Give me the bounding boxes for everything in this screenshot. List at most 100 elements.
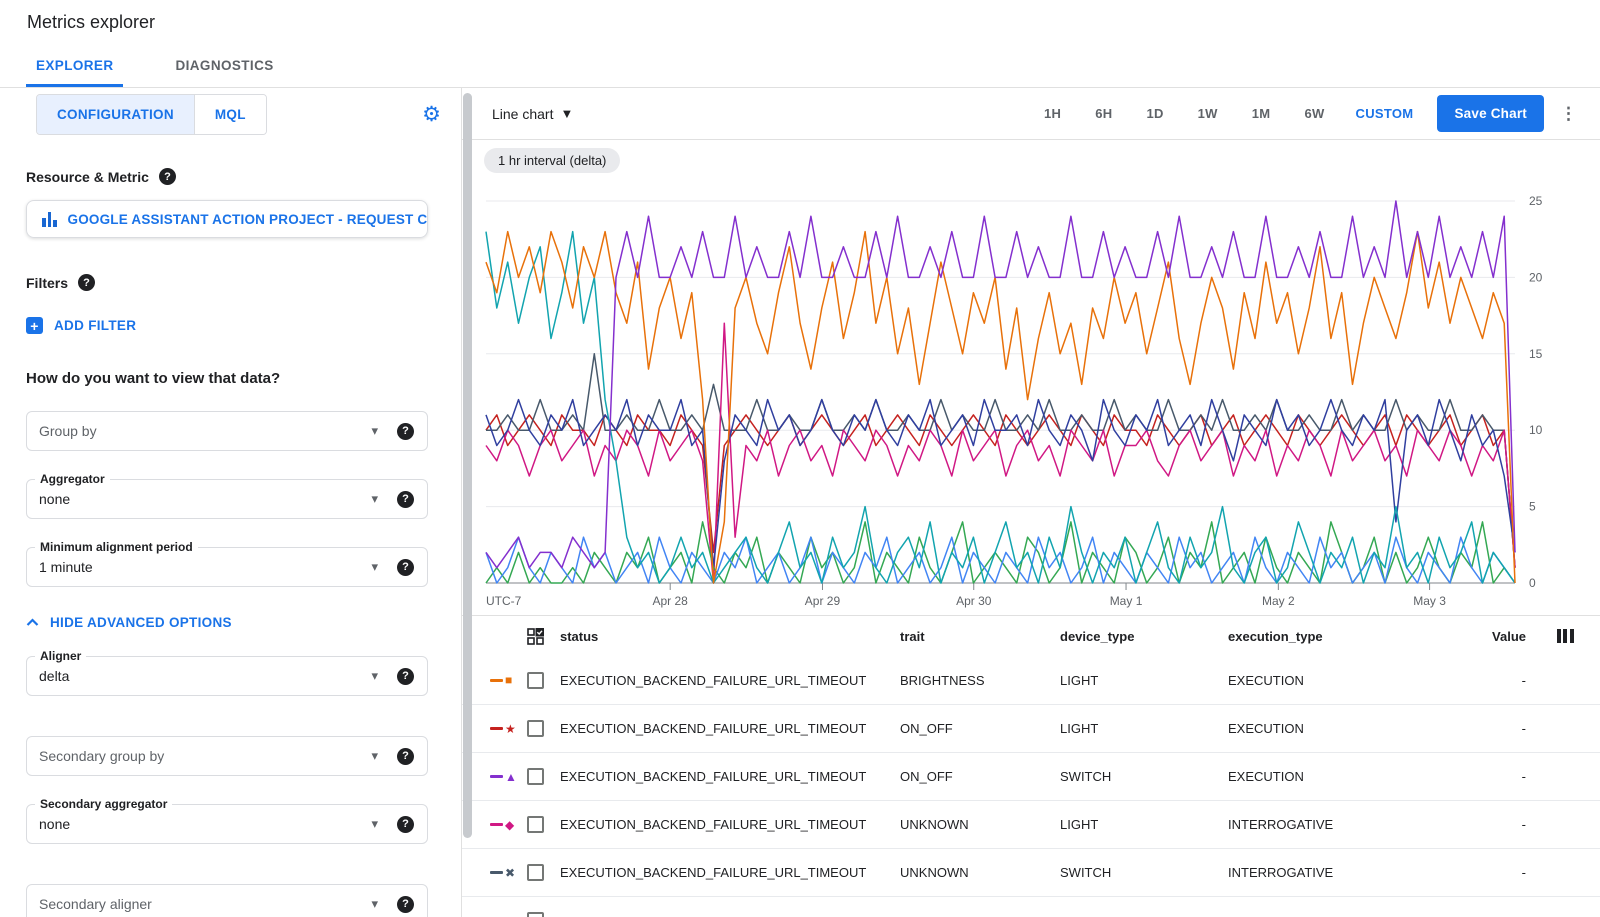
more-options-kebab-icon[interactable]: ⋮ xyxy=(1560,109,1576,118)
plus-icon: + xyxy=(26,317,43,334)
svg-text:May 2: May 2 xyxy=(1262,594,1295,608)
group-by-placeholder: Group by xyxy=(39,423,97,439)
chart-panel: Line chart ▼ 1H 6H 1D 1W 1M 6W CUSTOM Sa… xyxy=(462,88,1600,917)
range-1d-button[interactable]: 1D xyxy=(1129,106,1180,121)
cell-execution-type: INTERROGATIVE xyxy=(1228,817,1428,832)
save-chart-button[interactable]: Save Chart xyxy=(1437,95,1544,132)
help-icon[interactable]: ? xyxy=(397,816,414,833)
hide-advanced-options-button[interactable]: HIDE ADVANCED OPTIONS xyxy=(26,615,427,630)
vertical-scrollbar[interactable] xyxy=(463,93,472,838)
help-icon[interactable]: ? xyxy=(159,168,176,185)
cell-device-type: LIGHT xyxy=(1060,673,1228,688)
resource-metric-chip-label: GOOGLE ASSISTANT ACTION PROJECT - REQUES… xyxy=(68,212,429,227)
tab-explorer[interactable]: EXPLORER xyxy=(26,44,123,87)
secondary-aggregator-label: Secondary aggregator xyxy=(35,797,172,811)
cell-status: EXECUTION_BACKEND_FAILURE_URL_TIMEOUT xyxy=(560,721,900,736)
header-device-type[interactable]: device_type xyxy=(1060,629,1228,644)
filters-label: Filters xyxy=(26,275,68,291)
chevron-down-icon: ▾ xyxy=(371,491,378,507)
checkbox-cell xyxy=(527,768,560,785)
cell-device-type: SWITCH xyxy=(1060,769,1228,784)
view-data-heading: How do you want to view that data? xyxy=(26,370,427,387)
configuration-sidebar: CONFIGURATION MQL ⚙ Resource & Metric ? … xyxy=(0,88,462,917)
chevron-down-icon: ▾ xyxy=(371,748,378,764)
secondary-group-by-field[interactable]: Secondary group by ▾? xyxy=(26,736,428,776)
cell-value: - xyxy=(1428,817,1530,832)
header-execution-type[interactable]: execution_type xyxy=(1228,629,1428,644)
cell-device-type: LIGHT xyxy=(1060,817,1228,832)
checkbox-cell xyxy=(527,816,560,833)
settings-gear-icon[interactable]: ⚙ xyxy=(422,104,441,125)
configuration-tab[interactable]: CONFIGURATION xyxy=(37,95,194,134)
hide-advanced-options-label: HIDE ADVANCED OPTIONS xyxy=(50,615,232,630)
series-legend-table: status trait device_type execution_type … xyxy=(462,615,1600,917)
range-1h-button[interactable]: 1H xyxy=(1027,106,1078,121)
row-checkbox[interactable] xyxy=(527,912,544,917)
cell-device-type: LIGHT xyxy=(1060,721,1228,736)
chart-type-dropdown[interactable]: Line chart ▼ xyxy=(492,106,573,122)
series-marker: ★ xyxy=(490,723,527,735)
svg-text:Apr 30: Apr 30 xyxy=(956,594,992,608)
row-checkbox[interactable] xyxy=(527,672,544,689)
help-icon[interactable]: ? xyxy=(397,559,414,576)
svg-text:May 3: May 3 xyxy=(1413,594,1446,608)
chevron-up-icon xyxy=(26,618,39,627)
secondary-aligner-field[interactable]: Secondary aligner ▾? xyxy=(26,884,428,917)
svg-text:Apr 28: Apr 28 xyxy=(653,594,689,608)
line-chart-svg[interactable]: 0510152025Apr 28Apr 29Apr 30May 1May 2Ma… xyxy=(476,175,1586,615)
help-icon[interactable]: ? xyxy=(397,896,414,913)
aggregator-field[interactable]: Aggregator none ▾? xyxy=(26,479,428,519)
row-checkbox[interactable] xyxy=(527,864,544,881)
svg-text:0: 0 xyxy=(1529,576,1536,590)
select-series-icon[interactable] xyxy=(527,628,544,645)
chevron-down-icon: ▼ xyxy=(560,106,573,121)
cell-value: - xyxy=(1428,865,1530,880)
svg-text:20: 20 xyxy=(1529,270,1543,284)
row-checkbox[interactable] xyxy=(527,768,544,785)
chevron-down-icon: ▾ xyxy=(371,668,378,684)
cell-trait: ON_OFF xyxy=(900,721,1060,736)
cell-value: - xyxy=(1428,673,1530,688)
cell-trait: BRIGHTNESS xyxy=(900,673,1060,688)
header-value[interactable]: Value xyxy=(1428,629,1530,644)
page-title: Metrics explorer xyxy=(0,0,1600,44)
resource-metric-chip[interactable]: GOOGLE ASSISTANT ACTION PROJECT - REQUES… xyxy=(26,200,428,238)
svg-text:UTC-7: UTC-7 xyxy=(486,594,522,608)
checkbox-cell xyxy=(527,672,560,689)
cell-execution-type: INTERROGATIVE xyxy=(1228,865,1428,880)
help-icon[interactable]: ? xyxy=(397,423,414,440)
bar-chart-icon xyxy=(42,212,57,227)
header-status[interactable]: status xyxy=(560,629,900,644)
help-icon[interactable]: ? xyxy=(397,748,414,765)
resource-metric-label: Resource & Metric xyxy=(26,169,149,185)
series-line-swatch xyxy=(490,727,503,730)
add-filter-button[interactable]: + ADD FILTER xyxy=(26,317,427,334)
help-icon[interactable]: ? xyxy=(78,274,95,291)
interval-chip: 1 hr interval (delta) xyxy=(484,148,620,173)
range-6h-button[interactable]: 6H xyxy=(1078,106,1129,121)
chevron-down-icon: ▾ xyxy=(371,816,378,832)
series-line-swatch xyxy=(490,871,503,874)
column-settings-icon[interactable] xyxy=(1557,629,1574,643)
range-1w-button[interactable]: 1W xyxy=(1181,106,1235,121)
help-icon[interactable]: ? xyxy=(397,491,414,508)
tab-diagnostics[interactable]: DIAGNOSTICS xyxy=(165,44,283,87)
aligner-field[interactable]: Aligner delta ▾? xyxy=(26,656,428,696)
header-trait[interactable]: trait xyxy=(900,629,1060,644)
row-checkbox[interactable] xyxy=(527,720,544,737)
series-table-body: ■EXECUTION_BACKEND_FAILURE_URL_TIMEOUTBR… xyxy=(462,656,1600,917)
custom-range-button[interactable]: CUSTOM xyxy=(1356,106,1414,121)
help-icon[interactable]: ? xyxy=(397,668,414,685)
mql-tab[interactable]: MQL xyxy=(194,95,266,134)
secondary-aligner-placeholder: Secondary aligner xyxy=(39,896,152,912)
row-checkbox[interactable] xyxy=(527,816,544,833)
group-by-field[interactable]: Group by ▾? xyxy=(26,411,428,451)
aggregator-value: none xyxy=(39,491,70,507)
svg-text:10: 10 xyxy=(1529,423,1543,437)
series-marker: ▲ xyxy=(490,771,527,783)
secondary-aggregator-field[interactable]: Secondary aggregator none ▾? xyxy=(26,804,428,844)
series-line-swatch xyxy=(490,823,503,826)
range-6w-button[interactable]: 6W xyxy=(1287,106,1341,121)
min-alignment-field[interactable]: Minimum alignment period 1 minute ▾? xyxy=(26,547,428,587)
range-1m-button[interactable]: 1M xyxy=(1235,106,1288,121)
